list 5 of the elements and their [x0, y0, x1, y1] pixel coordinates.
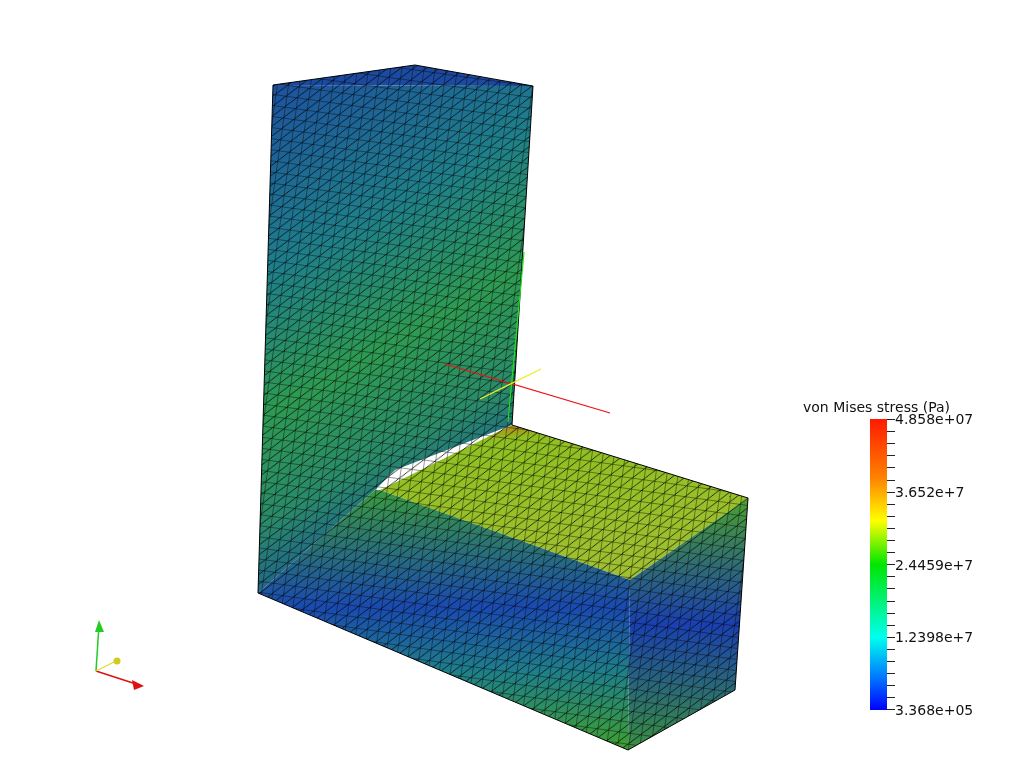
axes-triad-icon — [95, 620, 144, 690]
scale-label: 1.2398e+7 — [895, 628, 974, 647]
scale-label: 3.652e+7 — [895, 482, 966, 501]
scale-label: 2.4459e+7 — [895, 555, 974, 574]
scale-label: 3.368e+05 — [895, 701, 974, 719]
